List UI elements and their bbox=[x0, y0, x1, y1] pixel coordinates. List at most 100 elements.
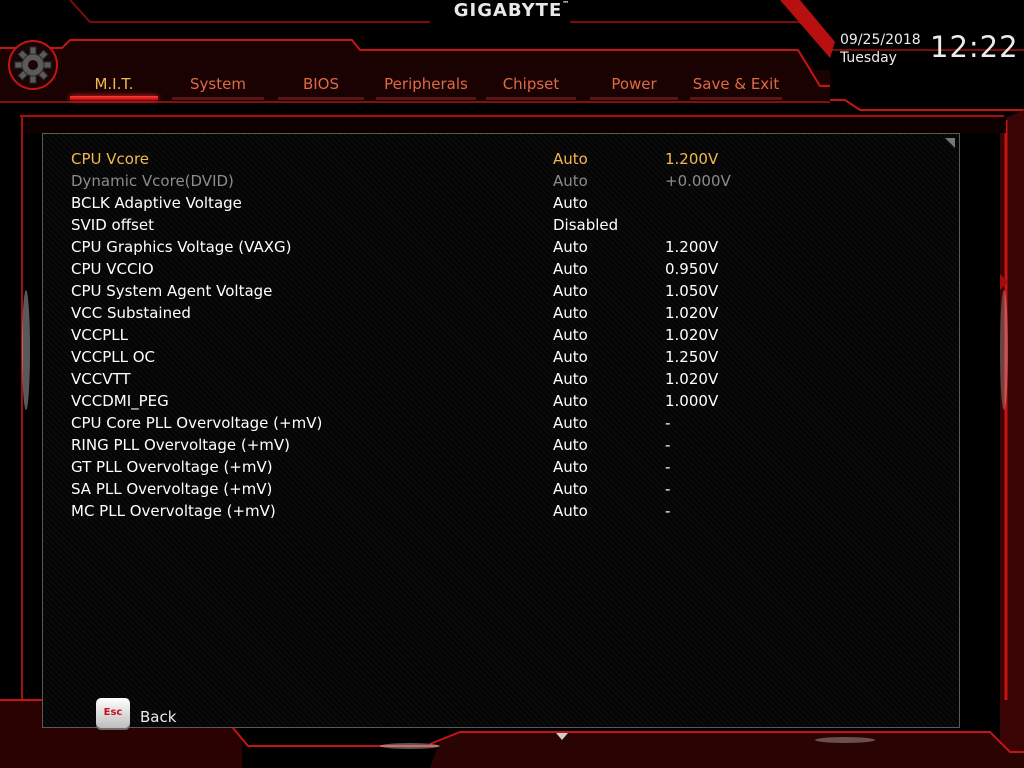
setting-current-voltage: - bbox=[665, 502, 671, 520]
setting-label: VCCPLL bbox=[71, 326, 128, 344]
setting-label: RING PLL Overvoltage (+mV) bbox=[71, 436, 291, 454]
setting-label: CPU Graphics Voltage (VAXG) bbox=[71, 238, 292, 256]
back-button[interactable]: Back bbox=[140, 708, 176, 726]
setting-label: Dynamic Vcore(DVID) bbox=[71, 172, 234, 190]
setting-row[interactable]: MC PLL Overvoltage (+mV) Auto - bbox=[71, 500, 791, 522]
setting-row[interactable]: BCLK Adaptive Voltage Auto bbox=[71, 192, 791, 214]
setting-label: CPU VCCIO bbox=[71, 260, 154, 278]
setting-row[interactable]: CPU System Agent Voltage Auto 1.050V bbox=[71, 280, 791, 302]
tab-peripherals[interactable]: Peripherals bbox=[376, 70, 476, 102]
setting-current-voltage: - bbox=[665, 480, 671, 498]
tab-label: Chipset bbox=[502, 75, 560, 93]
setting-value[interactable]: Auto bbox=[553, 478, 588, 500]
esc-key-icon[interactable]: Esc bbox=[96, 698, 130, 728]
tab-label: Save & Exit bbox=[692, 75, 780, 93]
tab-chipset[interactable]: Chipset bbox=[486, 70, 576, 102]
brand-trademark: ™ bbox=[562, 0, 571, 8]
setting-value[interactable]: Auto bbox=[553, 192, 588, 214]
brand-name: GIGABYTE bbox=[453, 0, 563, 21]
setting-row[interactable]: GT PLL Overvoltage (+mV) Auto - bbox=[71, 456, 791, 478]
setting-current-voltage: 1.020V bbox=[665, 326, 719, 344]
tab-underline bbox=[486, 97, 576, 100]
setting-row[interactable]: CPU Core PLL Overvoltage (+mV) Auto - bbox=[71, 412, 791, 434]
tab-underline bbox=[70, 96, 158, 100]
setting-label: CPU Core PLL Overvoltage (+mV) bbox=[71, 414, 323, 432]
setting-row[interactable]: CPU Vcore Auto 1.200V bbox=[65, 148, 791, 170]
esc-key-label: Esc bbox=[103, 707, 123, 718]
setting-row[interactable]: SA PLL Overvoltage (+mV) Auto - bbox=[71, 478, 791, 500]
setting-value[interactable]: Auto bbox=[553, 500, 588, 522]
setting-row[interactable]: VCC Substained Auto 1.020V bbox=[71, 302, 791, 324]
setting-value[interactable]: Auto bbox=[553, 390, 588, 412]
setting-row[interactable]: VCCDMI_PEG Auto 1.000V bbox=[71, 390, 791, 412]
setting-value[interactable]: Auto bbox=[553, 412, 588, 434]
scroll-up-icon[interactable] bbox=[945, 138, 955, 148]
setting-value[interactable]: Auto bbox=[553, 258, 588, 280]
tab-underline bbox=[278, 97, 364, 100]
tab-underline bbox=[590, 97, 678, 100]
setting-current-voltage: 1.200V bbox=[665, 238, 719, 256]
setting-current-voltage: 1.050V bbox=[665, 282, 719, 300]
day-text: Tuesday bbox=[840, 50, 897, 66]
setting-value[interactable]: Auto bbox=[553, 368, 588, 390]
clock-display: 12:22 bbox=[930, 30, 1019, 64]
setting-row[interactable]: VCCVTT Auto 1.020V bbox=[71, 368, 791, 390]
setting-current-voltage: - bbox=[665, 414, 671, 432]
setting-row[interactable]: VCCPLL Auto 1.020V bbox=[71, 324, 791, 346]
date-display: 09/25/2018 Tuesday bbox=[840, 31, 921, 67]
setting-value[interactable]: Auto bbox=[553, 324, 588, 346]
setting-value[interactable]: Auto bbox=[553, 236, 588, 258]
date-text: 09/25/2018 bbox=[840, 32, 921, 48]
setting-label: MC PLL Overvoltage (+mV) bbox=[71, 502, 276, 520]
tab-underline bbox=[376, 97, 476, 100]
tab-underline bbox=[172, 97, 264, 100]
setting-row[interactable]: VCCPLL OC Auto 1.250V bbox=[71, 346, 791, 368]
setting-row: Dynamic Vcore(DVID) Auto +0.000V bbox=[71, 170, 791, 192]
tab-bios[interactable]: BIOS bbox=[278, 70, 364, 102]
tab-label: Peripherals bbox=[384, 75, 468, 93]
setting-row[interactable]: SVID offset Disabled bbox=[71, 214, 791, 236]
tab-label: M.I.T. bbox=[94, 75, 134, 93]
setting-label: CPU Vcore bbox=[71, 150, 150, 168]
setting-current-voltage: - bbox=[665, 436, 671, 454]
brand-logo: GIGABYTE™ bbox=[452, 0, 572, 22]
setting-current-voltage: 1.000V bbox=[665, 392, 719, 410]
tab-label: Power bbox=[611, 75, 657, 93]
setting-label: VCC Substained bbox=[71, 304, 191, 322]
setting-current-voltage: 0.950V bbox=[665, 260, 719, 278]
setting-row[interactable]: RING PLL Overvoltage (+mV) Auto - bbox=[71, 434, 791, 456]
setting-label: SA PLL Overvoltage (+mV) bbox=[71, 480, 273, 498]
tab-underline bbox=[690, 97, 782, 100]
setting-current-voltage: 1.020V bbox=[665, 304, 719, 322]
setting-row[interactable]: CPU VCCIO Auto 0.950V bbox=[71, 258, 791, 280]
setting-value[interactable]: Auto bbox=[553, 346, 588, 368]
setting-label: BCLK Adaptive Voltage bbox=[71, 194, 242, 212]
setting-current-voltage: +0.000V bbox=[665, 172, 731, 190]
setting-value[interactable]: Auto bbox=[553, 148, 588, 170]
setting-value[interactable]: Auto bbox=[553, 434, 588, 456]
tab-system[interactable]: System bbox=[172, 70, 264, 102]
tab-label: System bbox=[190, 75, 246, 93]
settings-panel: CPU Vcore Auto 1.200V Dynamic Vcore(DVID) Au… bbox=[42, 133, 960, 728]
setting-label: VCCVTT bbox=[71, 370, 131, 388]
top-tabs: M.I.T. System BIOS Peripherals Chipset P… bbox=[66, 70, 786, 102]
setting-label: GT PLL Overvoltage (+mV) bbox=[71, 458, 273, 476]
tab-mit[interactable]: M.I.T. bbox=[70, 70, 158, 102]
setting-label: VCCDMI_PEG bbox=[71, 392, 169, 410]
setting-label: SVID offset bbox=[71, 216, 154, 234]
gear-icon[interactable] bbox=[8, 40, 58, 90]
setting-label: VCCPLL OC bbox=[71, 348, 156, 366]
tab-power[interactable]: Power bbox=[590, 70, 678, 102]
tab-label: BIOS bbox=[302, 75, 340, 93]
setting-current-voltage: 1.020V bbox=[665, 370, 719, 388]
setting-value[interactable]: Auto bbox=[553, 456, 588, 478]
setting-current-voltage: - bbox=[665, 458, 671, 476]
setting-current-voltage: 1.250V bbox=[665, 348, 719, 366]
setting-value[interactable]: Auto bbox=[553, 280, 588, 302]
tab-save-exit[interactable]: Save & Exit bbox=[690, 70, 782, 102]
setting-label: CPU System Agent Voltage bbox=[71, 282, 273, 300]
setting-value[interactable]: Auto bbox=[553, 302, 588, 324]
setting-value[interactable]: Disabled bbox=[553, 214, 618, 236]
setting-value: Auto bbox=[553, 172, 588, 190]
setting-row[interactable]: CPU Graphics Voltage (VAXG) Auto 1.200V bbox=[71, 236, 791, 258]
